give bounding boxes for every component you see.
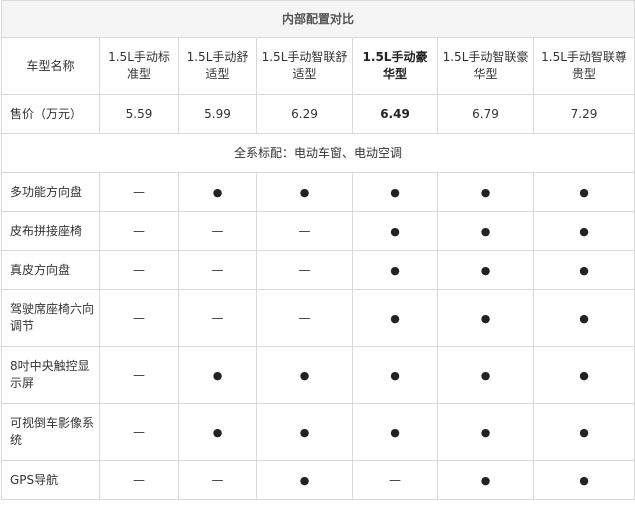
feature-yes-icon: ●: [532, 460, 635, 500]
feature-label: 8吋中央触控显示屏: [1, 346, 100, 404]
model-name: 1.5L手动智联舒适型: [256, 37, 353, 95]
price-value: 5.59: [99, 94, 179, 134]
feature-row: 可视倒车影像系统 — ● ● ● ● ●: [1, 403, 635, 461]
feature-yes-icon: ●: [352, 211, 438, 251]
feature-no-dash: —: [352, 460, 438, 500]
table-title-row: 内部配置对比: [0, 0, 635, 38]
feature-label: 皮布拼接座椅: [1, 211, 100, 251]
feature-no-dash: —: [99, 403, 179, 461]
feature-label: 驾驶席座椅六向调节: [1, 289, 100, 347]
feature-yes-icon: ●: [532, 172, 635, 212]
feature-no-dash: —: [178, 250, 257, 290]
model-name: 1.5L手动标准型: [99, 37, 179, 95]
feature-yes-icon: ●: [532, 403, 635, 461]
feature-row: 多功能方向盘 — ● ● ● ● ●: [1, 172, 635, 212]
price-value-highlight: 6.49: [352, 94, 438, 134]
feature-yes-icon: ●: [532, 250, 635, 290]
price-value: 7.29: [532, 94, 635, 134]
model-name: 1.5L手动舒适型: [178, 37, 257, 95]
feature-yes-icon: ●: [352, 172, 438, 212]
feature-yes-icon: ●: [437, 460, 534, 500]
model-name: 1.5L手动智联豪华型: [437, 37, 534, 95]
feature-no-dash: —: [178, 211, 257, 251]
feature-yes-icon: ●: [256, 346, 353, 404]
price-value: 6.29: [256, 94, 353, 134]
feature-yes-icon: ●: [178, 346, 257, 404]
model-name-highlight: 1.5L手动豪华型: [352, 37, 438, 95]
feature-no-dash: —: [99, 289, 179, 347]
feature-no-dash: —: [99, 211, 179, 251]
table-title: 内部配置对比: [0, 0, 635, 38]
feature-yes-icon: ●: [437, 211, 534, 251]
feature-row: 真皮方向盘 — — — ● ● ●: [1, 250, 635, 290]
feature-no-dash: —: [256, 250, 353, 290]
feature-label: GPS导航: [1, 460, 100, 500]
feature-yes-icon: ●: [178, 403, 257, 461]
feature-no-dash: —: [99, 460, 179, 500]
feature-no-dash: —: [178, 289, 257, 347]
feature-yes-icon: ●: [178, 172, 257, 212]
feature-no-dash: —: [178, 460, 257, 500]
feature-no-dash: —: [256, 211, 353, 251]
feature-row: GPS导航 — — ● — ● ●: [1, 460, 635, 500]
feature-yes-icon: ●: [352, 289, 438, 347]
feature-yes-icon: ●: [352, 403, 438, 461]
standard-equipment-row: 全系标配：电动车窗、电动空调: [0, 133, 635, 173]
feature-yes-icon: ●: [256, 460, 353, 500]
feature-no-dash: —: [99, 250, 179, 290]
standard-equipment-note: 全系标配：电动车窗、电动空调: [0, 133, 635, 173]
feature-yes-icon: ●: [352, 346, 438, 404]
price-value: 6.79: [437, 94, 534, 134]
model-name: 1.5L手动智联尊贵型: [532, 37, 635, 95]
feature-label: 真皮方向盘: [1, 250, 100, 290]
feature-row: 8吋中央触控显示屏 — ● ● ● ● ●: [1, 346, 635, 404]
feature-no-dash: —: [99, 346, 179, 404]
config-comparison-table: 内部配置对比 车型名称 1.5L手动标准型 1.5L手动舒适型 1.5L手动智联…: [0, 0, 635, 500]
price-label: 售价（万元）: [1, 94, 100, 134]
feature-label: 多功能方向盘: [1, 172, 100, 212]
feature-yes-icon: ●: [352, 250, 438, 290]
feature-yes-icon: ●: [437, 289, 534, 347]
feature-yes-icon: ●: [437, 346, 534, 404]
price-value: 5.99: [178, 94, 257, 134]
feature-yes-icon: ●: [532, 211, 635, 251]
feature-row: 驾驶席座椅六向调节 — — — ● ● ●: [1, 289, 635, 347]
header-label: 车型名称: [1, 37, 100, 95]
feature-yes-icon: ●: [256, 172, 353, 212]
feature-yes-icon: ●: [437, 172, 534, 212]
feature-row: 皮布拼接座椅 — — — ● ● ●: [1, 211, 635, 251]
feature-no-dash: —: [256, 289, 353, 347]
feature-no-dash: —: [99, 172, 179, 212]
feature-yes-icon: ●: [437, 403, 534, 461]
price-row: 售价（万元） 5.59 5.99 6.29 6.49 6.79 7.29: [1, 94, 635, 134]
feature-yes-icon: ●: [532, 289, 635, 347]
feature-yes-icon: ●: [256, 403, 353, 461]
model-header-row: 车型名称 1.5L手动标准型 1.5L手动舒适型 1.5L手动智联舒适型 1.5…: [1, 37, 635, 95]
feature-yes-icon: ●: [437, 250, 534, 290]
feature-yes-icon: ●: [532, 346, 635, 404]
feature-label: 可视倒车影像系统: [1, 403, 100, 461]
